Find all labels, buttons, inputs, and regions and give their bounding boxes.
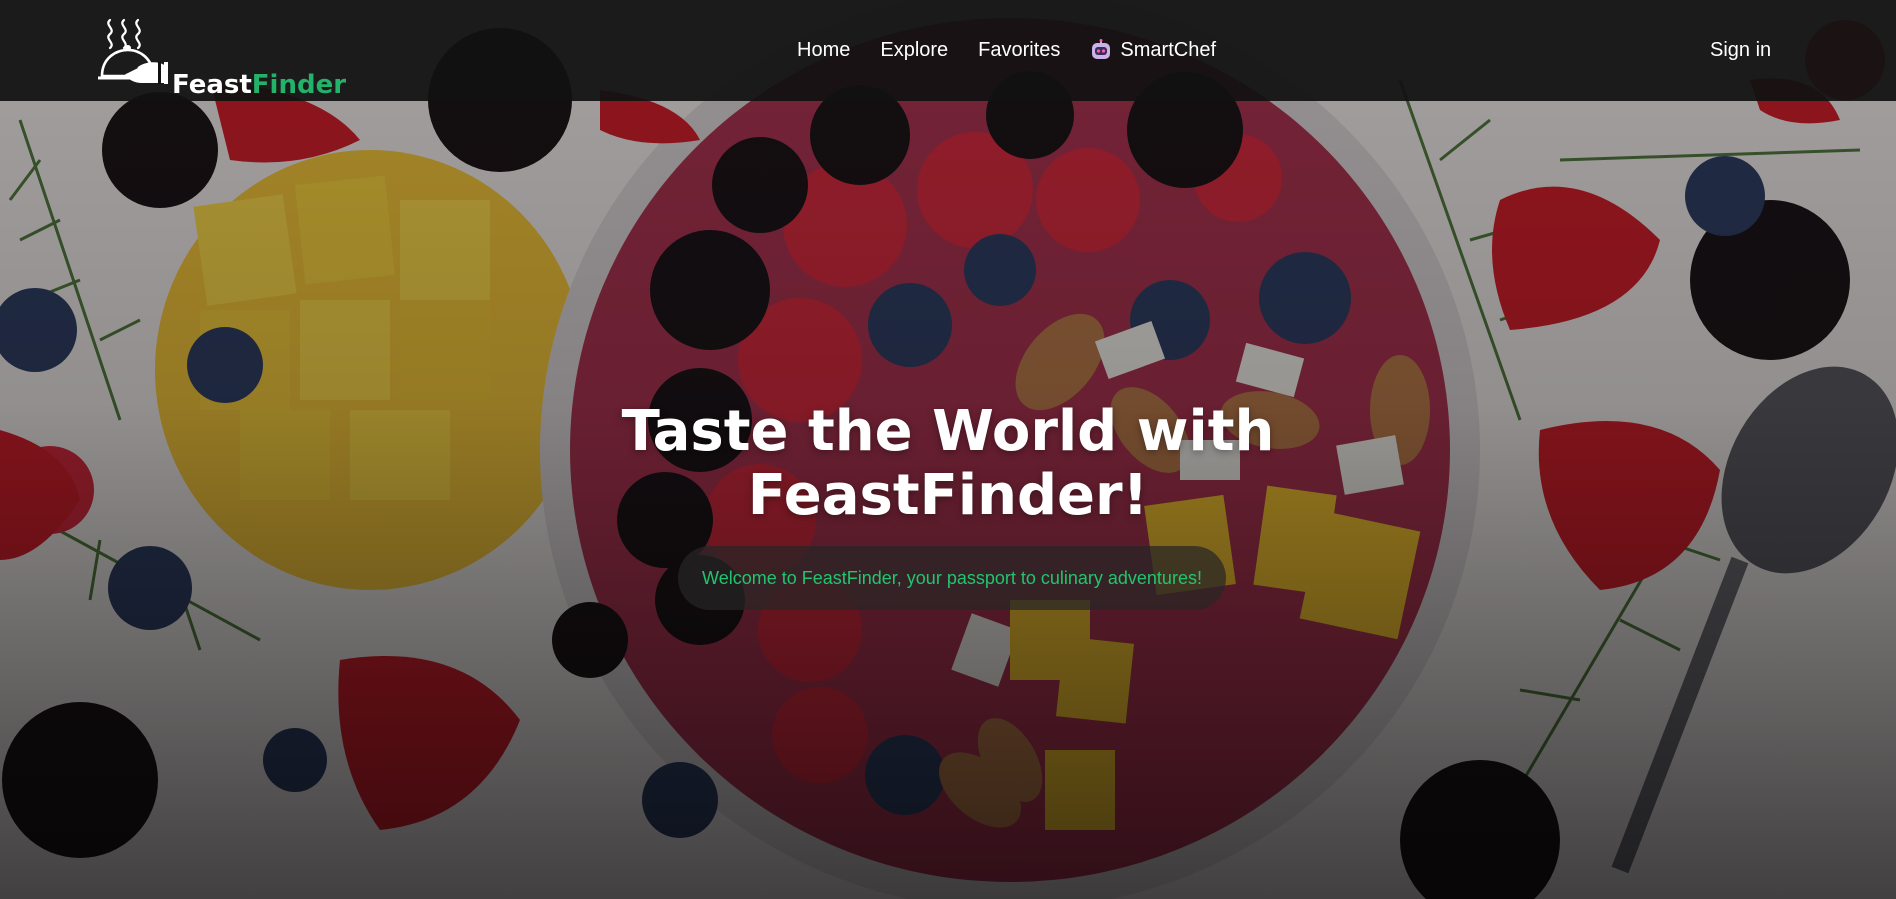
brand-logo[interactable]: FeastFinder <box>98 18 348 98</box>
nav-home-link[interactable]: Home <box>797 38 850 62</box>
main-nav: Home Explore Favorites SmartChef <box>797 38 1216 62</box>
top-navbar: FeastFinder Home Explore Favorites Smart… <box>0 0 1896 101</box>
welcome-banner: Welcome to FeastFinder, your passport to… <box>678 546 1226 610</box>
welcome-text: Welcome to FeastFinder, your passport to… <box>702 567 1202 588</box>
hero-title: Taste the World with FeastFinder! <box>621 399 1275 528</box>
nav-favorites-link[interactable]: Favorites <box>978 38 1060 62</box>
nav-explore-link[interactable]: Explore <box>880 38 948 62</box>
brand-name: FeastFinder <box>172 72 346 98</box>
brand-name-part2: Finder <box>251 70 347 100</box>
brand-name-part1: Feast <box>172 70 252 100</box>
robot-icon <box>1092 39 1111 59</box>
nav-smartchef-link[interactable]: SmartChef <box>1090 38 1216 62</box>
food-cloche-icon <box>98 18 168 84</box>
sign-in-link[interactable]: Sign in <box>1710 38 1771 62</box>
nav-smartchef-label: SmartChef <box>1120 39 1217 61</box>
